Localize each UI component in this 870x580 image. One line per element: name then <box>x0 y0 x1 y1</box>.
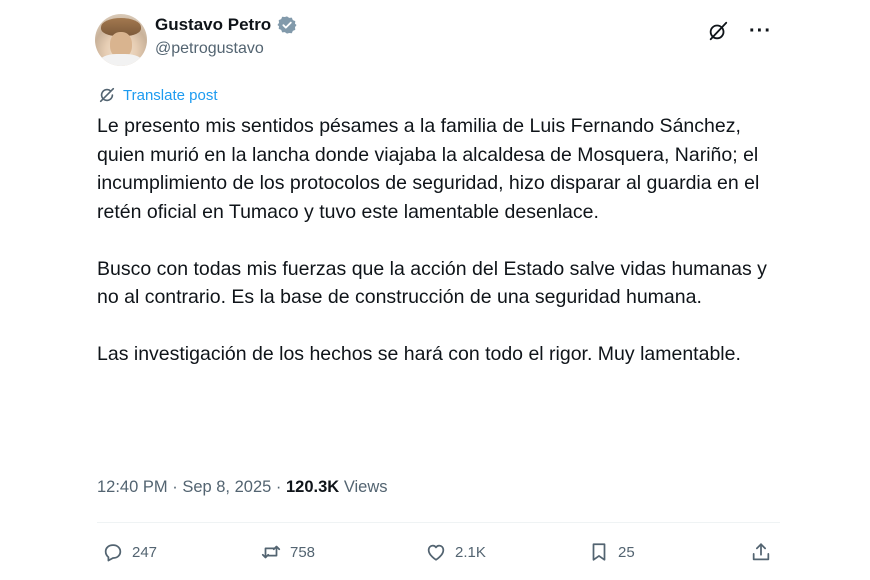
views-label: Views <box>344 478 388 496</box>
reply-count: 247 <box>132 543 158 561</box>
repost-count: 758 <box>290 543 316 561</box>
bookmark-count: 25 <box>618 543 635 561</box>
more-icon[interactable]: ··· <box>749 20 772 42</box>
action-bar: 247 758 2.1K 25 <box>102 538 782 566</box>
share-button[interactable] <box>750 538 772 566</box>
bookmark-icon <box>592 543 606 561</box>
bookmark-button[interactable]: 25 <box>588 538 635 566</box>
reply-icon <box>104 544 122 562</box>
repost-icon <box>261 545 281 559</box>
tweet-paragraph: Le presento mis sentidos pésames a la fa… <box>97 115 760 223</box>
like-count: 2.1K <box>455 543 486 561</box>
views-label-text: Views <box>343 478 388 496</box>
grok-icon[interactable] <box>707 20 729 42</box>
translate-label[interactable]: Translate post <box>123 87 218 104</box>
tweet-meta: 12:40 PM · Sep 8, 2025 · 120.3K Views <box>97 478 388 497</box>
reply-button[interactable]: 247 <box>102 538 157 566</box>
like-button[interactable]: 2.1K <box>425 538 486 566</box>
author-names: Gustavo Petro @petrogustavo <box>155 15 297 58</box>
meta-separator: · <box>275 478 286 496</box>
name-row: Gustavo Petro <box>155 15 297 35</box>
avatar-shirt <box>99 54 143 66</box>
verified-badge-icon <box>277 16 297 34</box>
repost-button[interactable]: 758 <box>260 538 315 566</box>
tweet-paragraph: Busco con todas mis fuerzas que la acció… <box>97 257 767 309</box>
avatar[interactable] <box>95 14 147 66</box>
tweet-paragraph: Las investigación de los hechos se hará … <box>97 343 741 365</box>
tweet-time[interactable]: 12:40 PM <box>97 478 168 496</box>
share-icon <box>752 543 770 561</box>
translate-post-link[interactable]: Translate post <box>98 86 218 104</box>
author-display-name[interactable]: Gustavo Petro <box>155 15 271 35</box>
author-handle[interactable]: @petrogustavo <box>155 40 297 58</box>
translate-icon <box>99 87 115 103</box>
tweet-date[interactable]: Sep 8, 2025 <box>182 478 271 496</box>
top-icons: ··· <box>707 20 772 42</box>
heart-icon <box>427 544 445 561</box>
views-count: 120.3K <box>286 478 340 496</box>
tweet-card: Gustavo Petro @petrogustavo ··· Translat… <box>80 0 790 580</box>
divider <box>97 522 780 523</box>
tweet-header: Gustavo Petro @petrogustavo ··· <box>95 14 790 70</box>
meta-separator: · <box>172 478 183 496</box>
tweet-body: Le presento mis sentidos pésames a la fa… <box>97 112 777 397</box>
